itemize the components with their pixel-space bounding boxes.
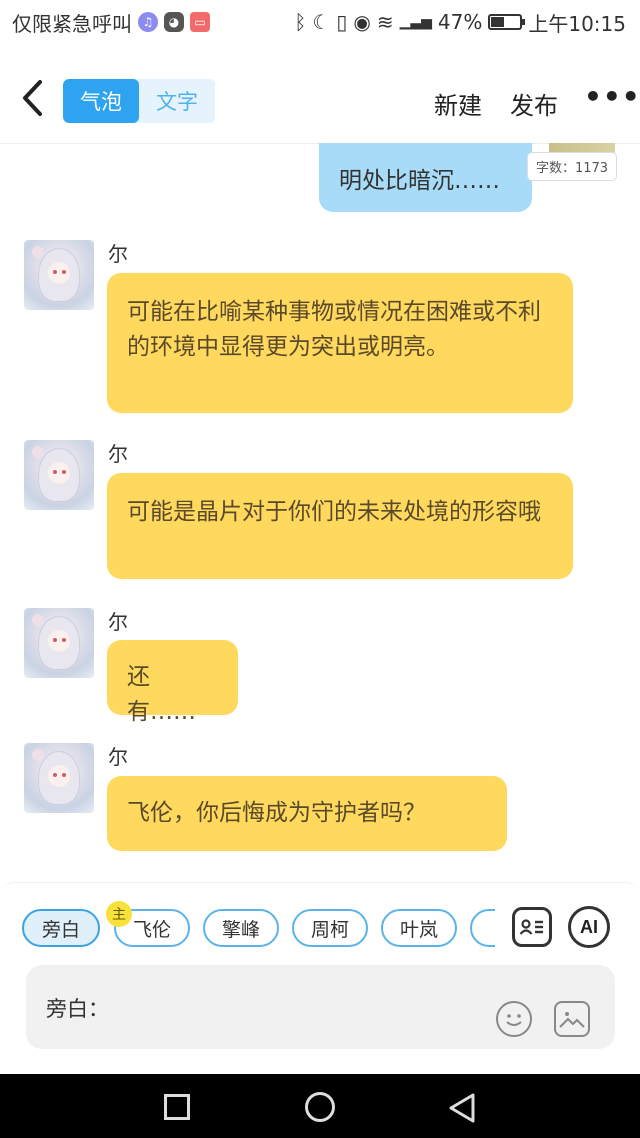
word-count-badge: 字数：1173 xyxy=(527,152,617,181)
home-icon[interactable] xyxy=(305,1092,335,1122)
screen: 仅限紧急呼叫 ♫ ◕ ▭ ᛒ ☾ ▯ ◉ ≋ ▁▃▅ 47% 上午10:15 气… xyxy=(0,0,640,1138)
character-selector: 旁白 主 飞伦 擎峰 周柯 叶岚 xyxy=(0,883,495,973)
message-bubble[interactable]: 可能是晶片对于你们的未来处境的形容哦 xyxy=(107,473,573,579)
input-speaker-label: 旁白： xyxy=(46,997,109,1021)
self-message-text: 明处比暗沉…… xyxy=(339,167,500,194)
message-text: 可能是晶片对于你们的未来处境的形容哦 xyxy=(127,499,541,525)
message-bubble[interactable]: 可能在比喻某种事物或情况在困难或不利的环境中显得更为突出或明亮。 xyxy=(107,273,573,413)
more-options-icon[interactable]: ••• xyxy=(584,80,640,113)
message-text: 还有…… xyxy=(127,664,196,725)
tab-text[interactable]: 文字 xyxy=(139,79,215,123)
message-text: 可能在比喻某种事物或情况在困难或不利的环境中显得更为突出或明亮。 xyxy=(127,299,541,360)
mode-toggle: 气泡 文字 xyxy=(63,79,215,123)
sender-name: 尔 xyxy=(108,745,128,769)
back-arrow-icon[interactable] xyxy=(18,78,48,118)
host-badge: 主 xyxy=(106,901,132,927)
vibrate-icon: ▯ xyxy=(336,10,348,34)
back-icon[interactable] xyxy=(448,1092,476,1124)
avatar[interactable] xyxy=(24,608,94,678)
bluetooth-icon: ᛒ xyxy=(294,10,307,34)
character-chip-more[interactable] xyxy=(470,909,495,947)
avatar[interactable] xyxy=(24,440,94,510)
character-chip[interactable]: 周柯 xyxy=(292,909,368,947)
app-store-icon: ▭ xyxy=(190,12,210,32)
signal-icon: ▁▃▅ xyxy=(399,14,432,30)
character-chip[interactable]: 擎峰 xyxy=(203,909,279,947)
message-input[interactable]: 旁白： xyxy=(26,965,615,1049)
character-card-icon[interactable] xyxy=(512,907,552,947)
battery-percent: 47% xyxy=(437,10,483,34)
new-button[interactable]: 新建 xyxy=(434,86,482,121)
character-chip-narrator[interactable]: 旁白 xyxy=(22,909,100,947)
tab-bubble[interactable]: 气泡 xyxy=(63,79,139,123)
sender-name: 尔 xyxy=(108,442,128,466)
publish-button[interactable]: 发布 xyxy=(510,86,558,121)
battery-icon xyxy=(488,14,526,30)
recent-apps-icon[interactable] xyxy=(164,1094,190,1120)
image-icon[interactable] xyxy=(554,1001,590,1037)
message-bubble[interactable]: 还有…… xyxy=(107,640,238,725)
clock: 上午10:15 xyxy=(528,11,626,36)
status-bar: 仅限紧急呼叫 ♫ ◕ ▭ ᛒ ☾ ▯ ◉ ≋ ▁▃▅ 47% 上午10:15 xyxy=(0,0,640,44)
top-bar: 气泡 文字 新建 发布 ••• xyxy=(0,62,640,140)
wifi-icon: ≋ xyxy=(376,10,394,34)
ai-button[interactable]: AI xyxy=(568,906,610,948)
do-not-disturb-icon: ☾ xyxy=(312,10,331,34)
sender-name: 尔 xyxy=(108,242,128,266)
message-bubble[interactable]: 飞伦，你后悔成为守护者吗？ xyxy=(107,776,507,851)
message-text: 飞伦，你后悔成为守护者吗？ xyxy=(127,800,426,826)
music-icon: ♫ xyxy=(138,12,158,32)
eye-comfort-icon: ◉ xyxy=(353,10,371,34)
self-message-bubble[interactable]: 明处比暗沉…… xyxy=(319,143,532,212)
sender-name: 尔 xyxy=(108,610,128,634)
carrier-text: 仅限紧急呼叫 xyxy=(12,11,132,36)
wechat-icon: ◕ xyxy=(164,12,184,32)
navigation-bar xyxy=(0,1074,640,1138)
character-chip[interactable]: 叶岚 xyxy=(381,909,457,947)
emoji-icon[interactable] xyxy=(496,1001,532,1037)
avatar[interactable] xyxy=(24,743,94,813)
composer-panel: 旁白 主 飞伦 擎峰 周柯 叶岚 AI 旁白： xyxy=(0,882,640,1074)
avatar[interactable] xyxy=(24,240,94,310)
